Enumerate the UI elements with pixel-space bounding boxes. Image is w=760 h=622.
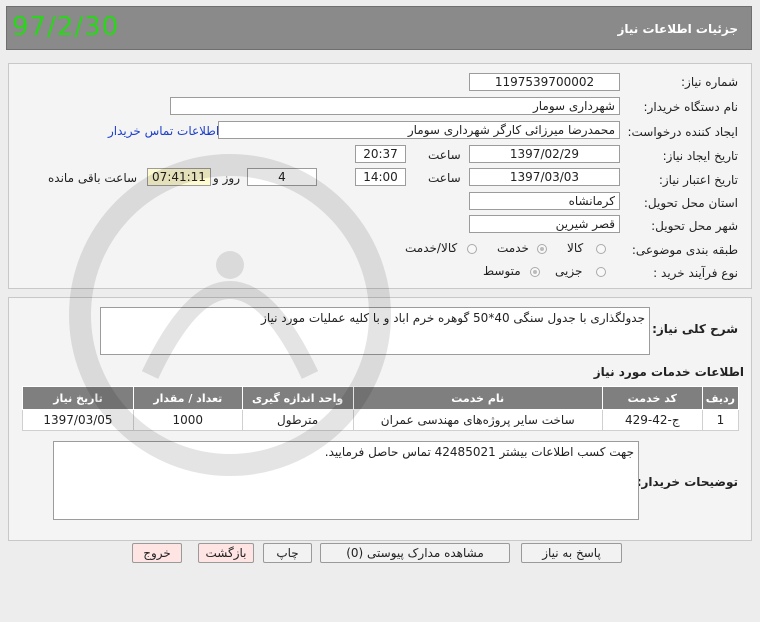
city-label: شهر محل تحویل: <box>651 219 738 233</box>
cell-need-date: 1397/03/05 <box>22 409 134 431</box>
city-field: قصر شیرین <box>469 215 620 233</box>
table-row: 1 ج-42-429 ساخت سایر پروژه‌های مهندسی عم… <box>22 409 740 431</box>
remaining-time-label: ساعت باقی مانده <box>48 171 138 185</box>
validity-date-label: تاریخ اعتبار نیاز: <box>658 173 738 187</box>
services-table: ردیف کد خدمت نام خدمت واحد اندازه گیری ت… <box>22 386 740 431</box>
col-name-header: نام خدمت <box>352 386 603 410</box>
requester-field: محمدرضا میرزائی کارگر شهرداری سومار <box>218 121 620 139</box>
days-label: روز و <box>213 171 240 185</box>
category-label: طبقه بندی موضوعی: <box>631 243 738 257</box>
purchase-small-label: جزیی <box>555 264 583 278</box>
purchase-medium-label: متوسط <box>483 264 521 278</box>
buyer-notes-label: توضیحات خریدار: <box>636 475 738 489</box>
buyer-contact-link[interactable]: اطلاعات تماس خریدار <box>108 124 219 138</box>
created-time-label: ساعت <box>428 148 461 162</box>
cell-unit: مترطول <box>241 409 354 431</box>
cell-service-code: ج-42-429 <box>601 409 703 431</box>
created-time-field: 20:37 <box>355 145 406 163</box>
category-goods-service-radio[interactable] <box>467 244 477 254</box>
back-button[interactable]: بازگشت <box>198 543 254 563</box>
header-date: 97/2/30 <box>12 12 120 42</box>
col-code-header: کد خدمت <box>601 386 703 410</box>
need-number-label: شماره نیاز: <box>681 75 738 89</box>
services-title: اطلاعات خدمات مورد نیاز <box>593 365 744 379</box>
category-goods-label: کالا <box>567 241 584 255</box>
exit-button[interactable]: خروج <box>132 543 182 563</box>
validity-time-label: ساعت <box>428 171 461 185</box>
cell-quantity: 1000 <box>132 409 243 431</box>
province-label: استان محل تحویل: <box>643 196 738 210</box>
category-service-radio[interactable] <box>537 244 547 254</box>
category-service-label: خدمت <box>497 241 529 255</box>
col-qty-header: تعداد / مقدار <box>132 386 243 410</box>
category-goods-radio[interactable] <box>596 244 606 254</box>
purchase-medium-radio[interactable] <box>530 267 540 277</box>
buyer-notes-field: جهت کسب اطلاعات بیشتر 42485021 تماس حاصل… <box>53 441 639 520</box>
col-row-header: ردیف <box>701 386 740 410</box>
print-button[interactable]: چاپ <box>263 543 312 563</box>
created-date-label: تاریخ ایجاد نیاز: <box>662 149 738 163</box>
buyer-org-field: شهرداری سومار <box>170 97 620 115</box>
description-label: شرح کلی نیاز: <box>652 322 738 336</box>
created-date-field: 1397/02/29 <box>469 145 620 163</box>
cell-service-name: ساخت سایر پروژه‌های مهندسی عمران <box>352 409 603 431</box>
remaining-time-field: 07:41:11 <box>147 168 211 186</box>
validity-date-field: 1397/03/03 <box>469 168 620 186</box>
days-remaining-field: 4 <box>247 168 317 186</box>
cell-row-number: 1 <box>701 409 740 431</box>
table-header-row: ردیف کد خدمت نام خدمت واحد اندازه گیری ت… <box>22 386 740 410</box>
validity-time-field: 14:00 <box>355 168 406 186</box>
purchase-type-label: نوع فرآیند خرید : <box>653 266 738 280</box>
category-goods-service-label: کالا/خدمت <box>405 241 458 255</box>
col-unit-header: واحد اندازه گیری <box>241 386 354 410</box>
reply-button[interactable]: پاسخ به نیاز <box>521 543 622 563</box>
col-date-header: تاریخ نیاز <box>22 386 134 410</box>
page-title: جزئیات اطلاعات نیاز <box>617 22 738 36</box>
requester-label: ایجاد کننده درخواست: <box>627 125 738 139</box>
description-field: جدولگذاری با جدول سنگی 40*50 گوهره خرم ا… <box>100 307 650 355</box>
buyer-org-label: نام دستگاه خریدار: <box>643 100 739 114</box>
province-field: کرمانشاه <box>469 192 620 210</box>
purchase-small-radio[interactable] <box>596 267 606 277</box>
need-number-field: 1197539700002 <box>469 73 620 91</box>
view-attachments-button[interactable]: مشاهده مدارک پیوستی (0) <box>320 543 510 563</box>
